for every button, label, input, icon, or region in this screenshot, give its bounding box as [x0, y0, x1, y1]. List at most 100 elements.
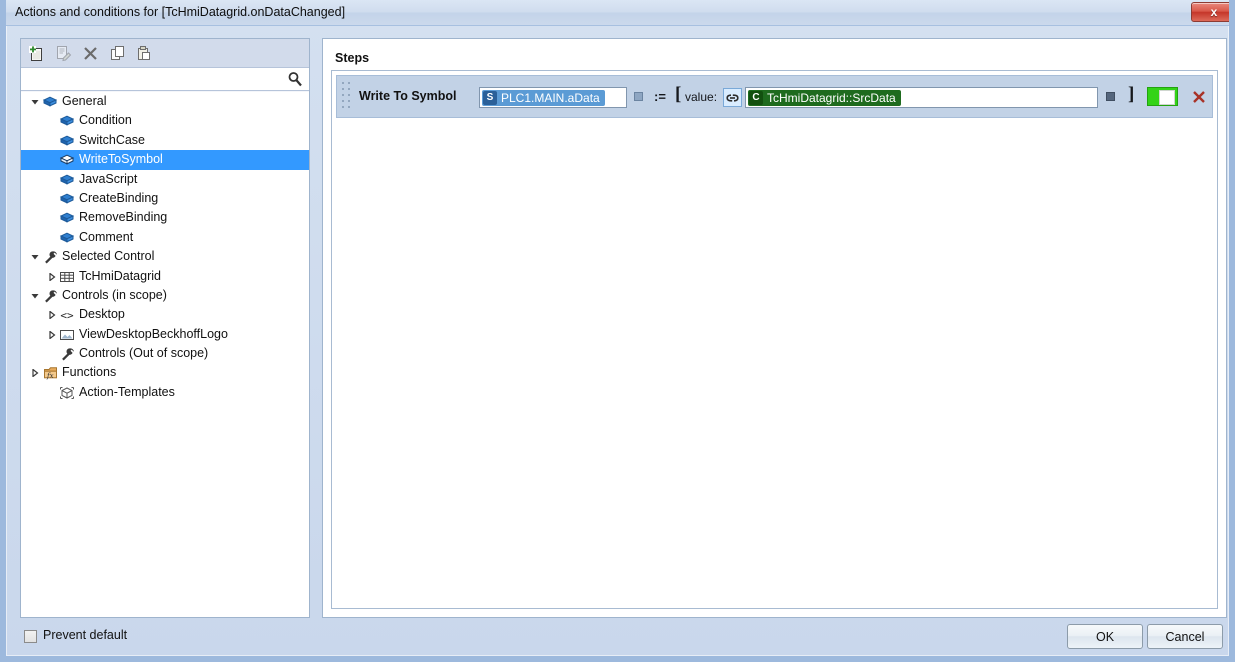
cancel-button[interactable]: Cancel [1147, 624, 1223, 649]
copy-action-icon[interactable] [106, 42, 129, 65]
chevron-right-icon[interactable] [46, 267, 58, 286]
tree-item-label: Comment [79, 229, 134, 244]
assignment-operator: := [654, 89, 666, 104]
wrench-icon [42, 288, 58, 304]
wrench-icon [59, 346, 75, 362]
actions-tree[interactable]: General Condition SwitchCase WriteToSymbol J… [21, 92, 309, 617]
svg-text:<>: <> [60, 309, 74, 322]
new-action-icon[interactable] [25, 42, 48, 65]
template-cube-icon [59, 385, 75, 401]
tree-item-writetosymbol[interactable]: WriteToSymbol [21, 150, 309, 170]
edit-action-icon[interactable] [52, 42, 75, 65]
tree-item-functions[interactable]: fx Functions [21, 363, 309, 382]
tree-item-selected-control[interactable]: Selected Control [21, 247, 309, 266]
close-button[interactable]: x [1191, 2, 1229, 22]
close-bracket: ] [1128, 84, 1135, 105]
tree-item-desktop[interactable]: <> Desktop [21, 305, 309, 324]
tree-item-label: SwitchCase [79, 132, 145, 147]
delete-action-icon[interactable] [79, 42, 102, 65]
steps-list: Write To Symbol S PLC1.MAIN.aData := [ v… [331, 70, 1218, 609]
wrench-icon [42, 249, 58, 265]
action-cube-icon [42, 94, 58, 110]
target-options-button[interactable] [634, 92, 643, 101]
tree-item-label: Controls (Out of scope) [79, 346, 209, 361]
svg-text:fx: fx [46, 372, 54, 380]
catalog-toolbar [21, 39, 309, 68]
action-cube-icon [59, 191, 75, 207]
tree-item-javascript[interactable]: JavaScript [21, 170, 309, 189]
action-cube-icon [59, 172, 75, 188]
tree-item-label: WriteToSymbol [79, 152, 163, 167]
chevron-down-icon[interactable] [29, 286, 41, 305]
tree-item-tchmidatagrid[interactable]: TcHmiDatagrid [21, 267, 309, 286]
tree-item-label: Condition [79, 113, 132, 128]
tree-item-label: RemoveBinding [79, 210, 168, 225]
action-cube-icon [59, 210, 75, 226]
dialog-window: Actions and conditions for [TcHmiDatagri… [0, 0, 1235, 662]
step-enabled-toggle[interactable] [1147, 87, 1178, 106]
tree-item-controls-in-scope[interactable]: Controls (in scope) [21, 286, 309, 305]
action-cube-icon [59, 113, 75, 129]
action-cube-icon [59, 230, 75, 246]
prevent-default-label: Prevent default [43, 628, 128, 642]
toggle-knob [1159, 90, 1175, 105]
image-icon [59, 327, 75, 343]
value-options-button[interactable] [1106, 92, 1115, 101]
chevron-right-icon[interactable] [29, 363, 41, 382]
tree-item-label: CreateBinding [79, 190, 159, 205]
chevron-right-icon[interactable] [46, 305, 58, 324]
steps-heading: Steps [335, 51, 370, 65]
tree-item-label: General [62, 94, 107, 108]
chevron-right-icon[interactable] [46, 325, 58, 344]
steps-panel: Steps Write To Symbol S PLC1.MAIN.aData … [322, 38, 1227, 618]
chevron-down-icon[interactable] [29, 92, 41, 111]
chevron-down-icon[interactable] [29, 247, 41, 266]
close-icon: x [1210, 5, 1218, 19]
tree-item-label: Selected Control [62, 249, 155, 264]
tree-item-condition[interactable]: Condition [21, 111, 309, 130]
tree-item-createbinding[interactable]: CreateBinding [21, 189, 309, 208]
tree-item-label: ViewDesktopBeckhoffLogo [79, 326, 228, 341]
delete-step-button[interactable] [1190, 87, 1208, 106]
tree-item-comment[interactable]: Comment [21, 228, 309, 247]
action-cube-icon [59, 133, 75, 149]
search-input[interactable] [25, 70, 281, 89]
ok-button[interactable]: OK [1067, 624, 1143, 649]
datagrid-icon [59, 269, 75, 285]
link-icon[interactable] [723, 88, 742, 107]
tree-item-label: JavaScript [79, 171, 138, 186]
action-cube-icon [59, 152, 75, 168]
paste-action-icon[interactable] [132, 42, 155, 65]
tree-item-general[interactable]: General [21, 92, 309, 111]
prevent-default-checkbox[interactable] [24, 630, 37, 643]
title-bar: Actions and conditions for [TcHmiDatagri… [6, 0, 1229, 26]
control-badge-icon: C [749, 91, 763, 105]
window-title: Actions and conditions for [TcHmiDatagri… [15, 5, 346, 19]
tree-item-removebinding[interactable]: RemoveBinding [21, 208, 309, 227]
tree-item-label: Action-Templates [79, 384, 175, 399]
target-symbol-text: PLC1.MAIN.aData [501, 91, 600, 105]
value-symbol-chip[interactable]: C TcHmiDatagrid::SrcData [748, 90, 901, 106]
drag-handle-icon[interactable] [342, 82, 351, 113]
tree-item-switchcase[interactable]: SwitchCase [21, 131, 309, 150]
open-bracket: [ [675, 84, 682, 105]
code-brackets-icon: <> [59, 307, 75, 323]
step-title: Write To Symbol [359, 89, 457, 103]
tree-item-viewdesktopbeckhofflogo[interactable]: ViewDesktopBeckhoffLogo [21, 325, 309, 344]
symbol-badge-icon: S [483, 91, 497, 105]
actions-catalog-panel: General Condition SwitchCase WriteToSymbol J… [20, 38, 310, 618]
tree-item-controls-out-of-scope[interactable]: Controls (Out of scope) [21, 344, 309, 363]
step-row[interactable]: Write To Symbol S PLC1.MAIN.aData := [ v… [336, 75, 1213, 118]
value-symbol-text: TcHmiDatagrid::SrcData [767, 91, 896, 105]
tree-item-label: Functions [62, 365, 117, 380]
value-symbol-input[interactable]: C TcHmiDatagrid::SrcData [745, 87, 1098, 108]
tree-item-action-templates[interactable]: Action-Templates [21, 383, 309, 402]
tree-item-label: Controls (in scope) [62, 287, 167, 302]
tree-item-label: TcHmiDatagrid [79, 268, 161, 283]
catalog-search-bar [21, 68, 309, 91]
target-symbol-chip[interactable]: S PLC1.MAIN.aData [482, 90, 605, 106]
function-fx-icon: fx [42, 365, 58, 381]
value-label: value: [685, 90, 718, 104]
target-symbol-input[interactable]: S PLC1.MAIN.aData [479, 87, 627, 108]
search-icon[interactable] [287, 71, 303, 87]
